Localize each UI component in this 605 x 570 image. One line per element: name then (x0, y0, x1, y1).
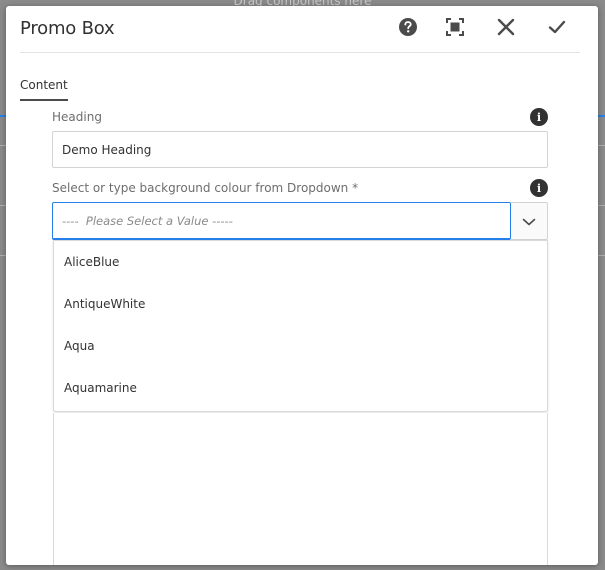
dialog-title: Promo Box (20, 18, 115, 39)
bg-divider-right-2 (597, 205, 605, 206)
header-divider (20, 52, 580, 53)
empty-panel-area (53, 413, 548, 565)
option-antiquewhite[interactable]: AntiqueWhite (54, 283, 547, 325)
done-icon (548, 18, 566, 40)
heading-info-icon[interactable]: i (530, 108, 548, 126)
close-button[interactable] (493, 16, 519, 42)
option-aliceblue[interactable]: AliceBlue (54, 241, 547, 283)
background-colour-combobox (52, 202, 548, 240)
bg-accent-line-right (597, 115, 605, 117)
help-button[interactable] (395, 16, 421, 42)
option-aqua[interactable]: Aqua (54, 325, 547, 367)
background-colour-listbox: AliceBlue AntiqueWhite Aqua Aquamarine (53, 240, 548, 412)
background-colour-label: Select or type background colour from Dr… (52, 181, 359, 195)
fullscreen-icon (445, 17, 465, 41)
close-icon (497, 18, 515, 40)
background-colour-info-icon[interactable]: i (530, 179, 548, 197)
chevron-down-icon (522, 212, 536, 231)
bg-divider-right-1 (597, 145, 605, 146)
tab-content[interactable]: Content (20, 78, 68, 101)
option-aquamarine[interactable]: Aquamarine (54, 367, 547, 409)
help-icon (398, 17, 418, 41)
done-button[interactable] (544, 16, 570, 42)
background-colour-dropdown-button[interactable] (511, 202, 548, 240)
bg-divider-right-3 (597, 255, 605, 256)
promo-box-dialog: Promo Box Content Heading i Demo Heading… (6, 6, 598, 565)
heading-input[interactable] (52, 131, 548, 168)
background-colour-input[interactable] (52, 202, 511, 240)
heading-label: Heading (52, 110, 102, 124)
fullscreen-button[interactable] (442, 16, 468, 42)
dialog-header: Promo Box (6, 6, 598, 52)
